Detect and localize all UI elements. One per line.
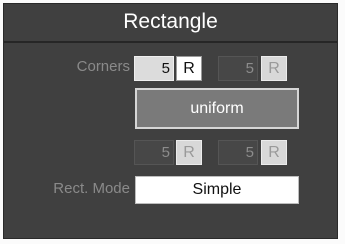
corner-top-left-value[interactable]: 5 (134, 56, 174, 81)
rectangle-panel: Rectangle Corners 5 R 5 R uniform 5 R 5 … (3, 3, 338, 239)
corner-bottom-left-r-button[interactable]: R (176, 140, 202, 165)
corner-bottom-left-value[interactable]: 5 (134, 140, 174, 165)
rect-mode-select[interactable]: Simple (135, 176, 299, 204)
panel-title: Rectangle (123, 10, 218, 33)
corner-top-right-r-button[interactable]: R (261, 56, 287, 81)
corner-top-left-r-button[interactable]: R (176, 56, 202, 81)
corner-bottom-right-r-button[interactable]: R (261, 140, 287, 165)
uniform-button[interactable]: uniform (135, 88, 299, 129)
corner-top-right-value[interactable]: 5 (218, 56, 258, 81)
rect-mode-label: Rect. Mode (53, 180, 130, 197)
corner-bottom-right-value[interactable]: 5 (218, 140, 258, 165)
corners-label: Corners (76, 58, 130, 75)
title-divider (4, 41, 337, 43)
